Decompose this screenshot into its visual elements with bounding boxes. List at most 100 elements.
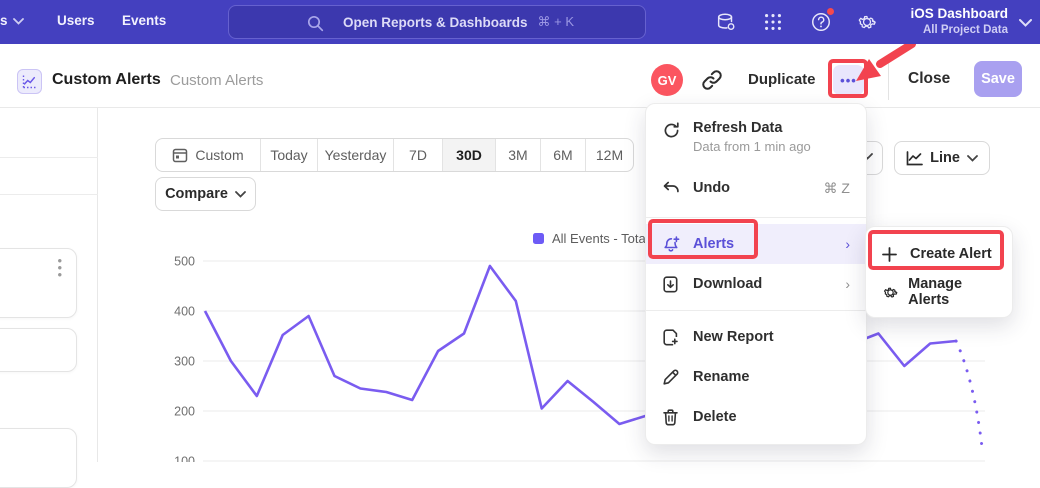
trash-icon: [663, 409, 693, 426]
more-options-button[interactable]: •••: [833, 65, 864, 95]
submenu-item-create-alert[interactable]: Create Alert: [866, 235, 1012, 273]
left-sidebar: •••: [0, 108, 98, 462]
legend-swatch: [533, 233, 544, 244]
menu-label: Refresh Data: [693, 120, 811, 136]
chart-type-button[interactable]: Line: [894, 141, 990, 175]
date-range-3m[interactable]: 3M: [495, 139, 540, 171]
compare-button[interactable]: Compare: [155, 177, 256, 211]
chart-type-label: Line: [930, 150, 960, 166]
date-range-label: Yesterday: [325, 147, 387, 163]
apps-grid-icon[interactable]: [762, 11, 784, 33]
chevron-down-icon: [13, 18, 24, 25]
refresh-icon: [663, 122, 693, 139]
chevron-down-icon: [967, 155, 978, 162]
data-management-icon[interactable]: [715, 11, 737, 33]
settings-gear-icon[interactable]: [856, 11, 878, 33]
report-chart-icon: [17, 69, 42, 94]
date-range-label: Custom: [195, 147, 243, 163]
legend-label: All Events - Total: [552, 231, 649, 246]
notification-dot: [826, 7, 835, 16]
gear-icon: [882, 284, 908, 301]
alerts-submenu: Create Alert Manage Alerts: [865, 226, 1013, 318]
submenu-label: Create Alert: [910, 246, 992, 262]
sidebar-card[interactable]: •••: [0, 248, 77, 318]
date-range-label: 7D: [409, 147, 427, 163]
sidebar-divider: [0, 194, 98, 195]
date-range-label: 3M: [508, 147, 527, 163]
date-range-label: 30D: [456, 147, 482, 163]
kebab-menu-icon[interactable]: •••: [57, 257, 62, 278]
duplicate-button[interactable]: Duplicate: [748, 71, 816, 88]
date-range-custom[interactable]: Custom: [156, 139, 260, 171]
sidebar-divider: [0, 157, 98, 158]
date-range-label: 12M: [596, 147, 623, 163]
svg-text:400: 400: [174, 305, 195, 319]
top-navbar: s Users Events Open Reports & Dashboards…: [0, 0, 1040, 44]
download-icon: [663, 276, 693, 293]
date-range-yesterday[interactable]: Yesterday: [317, 139, 393, 171]
submenu-chevron-icon: ›: [845, 237, 850, 251]
calendar-icon: [172, 147, 188, 163]
new-report-icon: [663, 329, 693, 346]
menu-label: Rename: [693, 369, 749, 385]
nav-item-partial[interactable]: s: [0, 13, 8, 28]
search-shortcut: ⌘ + K: [538, 14, 575, 30]
menu-item-refresh-data[interactable]: Refresh Data Data from 1 min ago: [646, 111, 866, 165]
save-button[interactable]: Save: [974, 61, 1022, 97]
menu-item-download[interactable]: Download ›: [646, 264, 866, 304]
breadcrumb: Custom Alerts: [170, 72, 263, 89]
project-chevron-down-icon: [1019, 19, 1032, 27]
header-divider: [888, 60, 889, 100]
menu-item-rename[interactable]: Rename: [646, 357, 866, 397]
search-icon: [307, 15, 324, 32]
sidebar-card[interactable]: [0, 428, 77, 488]
menu-divider: [646, 217, 866, 218]
close-button[interactable]: Close: [908, 70, 950, 88]
chart-legend[interactable]: All Events - Total: [533, 231, 649, 246]
date-range-label: Today: [270, 147, 307, 163]
date-range-label: 6M: [553, 147, 572, 163]
svg-text:500: 500: [174, 255, 195, 269]
menu-shortcut: ⌘ Z: [824, 180, 850, 197]
menu-item-delete[interactable]: Delete: [646, 397, 866, 437]
project-selector[interactable]: iOS Dashboard All Project Data: [910, 5, 1008, 37]
nav-item-users[interactable]: Users: [57, 13, 95, 28]
svg-text:300: 300: [174, 355, 195, 369]
date-range-12m[interactable]: 12M: [585, 139, 633, 171]
menu-item-new-report[interactable]: New Report: [646, 317, 866, 357]
undo-icon: [663, 181, 693, 196]
svg-text:100: 100: [174, 455, 195, 463]
plus-icon: [882, 247, 910, 262]
submenu-item-manage-alerts[interactable]: Manage Alerts: [866, 273, 1012, 311]
date-range-6m[interactable]: 6M: [540, 139, 585, 171]
report-header: Custom Alerts Custom Alerts GV Duplicate…: [0, 44, 1040, 108]
menu-label: Alerts: [693, 236, 734, 252]
page-title: Custom Alerts: [52, 71, 161, 89]
menu-label: New Report: [693, 329, 774, 345]
copy-link-icon[interactable]: [700, 68, 724, 92]
menu-item-alerts[interactable]: Alerts ›: [646, 224, 866, 264]
alert-bell-icon: [663, 236, 693, 253]
menu-item-undo[interactable]: Undo ⌘ Z: [646, 165, 866, 211]
submenu-label: Manage Alerts: [908, 276, 1000, 308]
line-chart-icon: [906, 151, 923, 166]
menu-label: Download: [693, 276, 762, 292]
avatar[interactable]: GV: [651, 64, 683, 96]
menu-label: Delete: [693, 409, 737, 425]
date-range-control: Custom Today Yesterday 7D 30D 3M 6M 12M: [155, 138, 634, 172]
date-range-7d[interactable]: 7D: [393, 139, 442, 171]
project-scope: All Project Data: [910, 23, 1008, 37]
compare-label: Compare: [165, 186, 228, 202]
menu-label: Undo: [693, 180, 730, 196]
search-input[interactable]: Open Reports & Dashboards ⌘ + K: [228, 5, 646, 39]
pencil-icon: [663, 369, 693, 385]
more-options-menu: Refresh Data Data from 1 min ago Undo ⌘ …: [645, 103, 867, 445]
menu-sublabel: Data from 1 min ago: [693, 139, 811, 154]
date-range-30d-selected[interactable]: 30D: [442, 139, 495, 171]
date-range-today[interactable]: Today: [260, 139, 317, 171]
chevron-down-icon: [235, 191, 246, 198]
menu-divider: [646, 310, 866, 311]
nav-item-events[interactable]: Events: [122, 13, 166, 28]
project-name: iOS Dashboard: [910, 5, 1008, 23]
sidebar-card[interactable]: [0, 328, 77, 372]
